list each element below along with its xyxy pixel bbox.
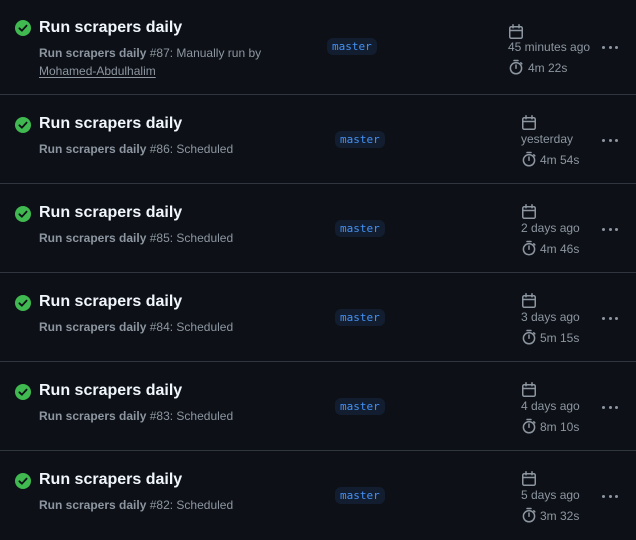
calendar-icon bbox=[522, 382, 536, 397]
run-workflow-name: Run scrapers daily bbox=[39, 46, 147, 60]
run-time-ago: 3 days ago bbox=[521, 310, 580, 324]
run-subtitle: Run scrapers daily #87: Manually run by bbox=[39, 44, 261, 62]
run-number: #86 bbox=[146, 142, 170, 156]
run-time-ago: 4 days ago bbox=[521, 399, 580, 413]
kebab-horizontal-icon[interactable] bbox=[598, 400, 622, 414]
run-event: : Scheduled bbox=[169, 142, 234, 156]
run-title-link[interactable]: Run scrapers daily bbox=[39, 382, 182, 400]
stopwatch-icon bbox=[509, 59, 523, 75]
run-event: : Scheduled bbox=[169, 231, 234, 245]
check-circle-fill-icon bbox=[15, 384, 31, 400]
run-subtitle: Run scrapers daily #84: Scheduled bbox=[39, 318, 233, 336]
workflow-runs-list: Run scrapers daily Run scrapers daily #8… bbox=[0, 0, 636, 540]
stopwatch-icon bbox=[522, 507, 536, 523]
run-event: : Scheduled bbox=[169, 498, 234, 512]
run-number: #83 bbox=[146, 409, 170, 423]
kebab-horizontal-icon[interactable] bbox=[598, 40, 622, 54]
run-duration: 3m 32s bbox=[540, 509, 580, 523]
run-time-ago: 45 minutes ago bbox=[508, 40, 591, 54]
run-duration: 4m 54s bbox=[540, 153, 580, 167]
run-duration: 5m 15s bbox=[540, 331, 580, 345]
run-title-link[interactable]: Run scrapers daily bbox=[39, 204, 182, 222]
run-event: : Scheduled bbox=[169, 320, 234, 334]
run-workflow-name: Run scrapers daily bbox=[39, 498, 147, 512]
calendar-icon bbox=[522, 115, 536, 130]
run-actor-line: Mohamed-Abdulhalim bbox=[39, 62, 156, 80]
calendar-icon bbox=[509, 24, 523, 39]
kebab-horizontal-icon[interactable] bbox=[598, 311, 622, 325]
run-title-link[interactable]: Run scrapers daily bbox=[39, 115, 182, 133]
run-subtitle: Run scrapers daily #86: Scheduled bbox=[39, 140, 233, 158]
run-time-ago: yesterday bbox=[521, 132, 574, 146]
check-circle-fill-icon bbox=[15, 117, 31, 133]
branch-label[interactable]: master bbox=[335, 131, 385, 148]
calendar-icon bbox=[522, 204, 536, 219]
run-workflow-name: Run scrapers daily bbox=[39, 142, 147, 156]
workflow-run-row[interactable]: Run scrapers daily Run scrapers daily #8… bbox=[0, 362, 636, 451]
run-duration: 4m 46s bbox=[540, 242, 580, 256]
workflow-run-row[interactable]: Run scrapers daily Run scrapers daily #8… bbox=[0, 95, 636, 184]
branch-label[interactable]: master bbox=[335, 220, 385, 237]
run-actor-link[interactable]: Mohamed-Abdulhalim bbox=[39, 64, 156, 78]
run-duration: 8m 10s bbox=[540, 420, 580, 434]
run-number: #84 bbox=[146, 320, 170, 334]
run-subtitle: Run scrapers daily #83: Scheduled bbox=[39, 407, 233, 425]
check-circle-fill-icon bbox=[15, 206, 31, 222]
run-number: #87 bbox=[146, 46, 170, 60]
stopwatch-icon bbox=[522, 151, 536, 167]
run-title-link[interactable]: Run scrapers daily bbox=[39, 293, 182, 311]
branch-label[interactable]: master bbox=[335, 309, 385, 326]
run-time-ago: 2 days ago bbox=[521, 221, 580, 235]
run-event: : Manually run by bbox=[169, 46, 262, 60]
check-circle-fill-icon bbox=[15, 295, 31, 311]
kebab-horizontal-icon[interactable] bbox=[598, 489, 622, 503]
kebab-horizontal-icon[interactable] bbox=[598, 222, 622, 236]
branch-label[interactable]: master bbox=[335, 487, 385, 504]
branch-label[interactable]: master bbox=[335, 398, 385, 415]
calendar-icon bbox=[522, 471, 536, 486]
run-event: : Scheduled bbox=[169, 409, 234, 423]
run-subtitle: Run scrapers daily #85: Scheduled bbox=[39, 229, 233, 247]
stopwatch-icon bbox=[522, 240, 536, 256]
run-time-ago: 5 days ago bbox=[521, 488, 580, 502]
run-title-link[interactable]: Run scrapers daily bbox=[39, 19, 182, 37]
branch-label[interactable]: master bbox=[327, 38, 377, 55]
run-subtitle: Run scrapers daily #82: Scheduled bbox=[39, 496, 233, 514]
run-workflow-name: Run scrapers daily bbox=[39, 320, 147, 334]
stopwatch-icon bbox=[522, 329, 536, 345]
run-number: #82 bbox=[146, 498, 170, 512]
calendar-icon bbox=[522, 293, 536, 308]
run-workflow-name: Run scrapers daily bbox=[39, 409, 147, 423]
run-number: #85 bbox=[146, 231, 170, 245]
check-circle-fill-icon bbox=[15, 473, 31, 489]
workflow-run-row[interactable]: Run scrapers daily Run scrapers daily #8… bbox=[0, 184, 636, 273]
workflow-run-row[interactable]: Run scrapers daily Run scrapers daily #8… bbox=[0, 0, 636, 95]
run-title-link[interactable]: Run scrapers daily bbox=[39, 471, 182, 489]
workflow-run-row[interactable]: Run scrapers daily Run scrapers daily #8… bbox=[0, 273, 636, 362]
kebab-horizontal-icon[interactable] bbox=[598, 133, 622, 147]
check-circle-fill-icon bbox=[15, 20, 31, 36]
run-duration: 4m 22s bbox=[528, 61, 568, 75]
run-workflow-name: Run scrapers daily bbox=[39, 231, 147, 245]
stopwatch-icon bbox=[522, 418, 536, 434]
workflow-run-row[interactable]: Run scrapers daily Run scrapers daily #8… bbox=[0, 451, 636, 540]
